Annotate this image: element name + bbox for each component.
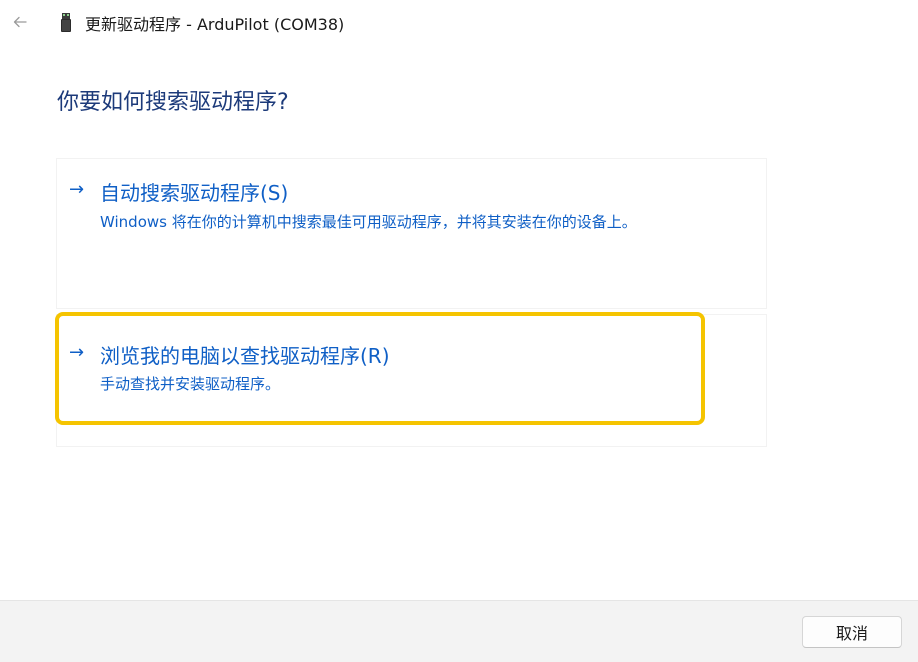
title-bar: 更新驱动程序 - ArduPilot (COM38) xyxy=(0,0,918,46)
update-driver-dialog: 更新驱动程序 - ArduPilot (COM38) 你要如何搜索驱动程序? →… xyxy=(0,0,918,662)
auto-search-title: 自动搜索驱动程序(S) xyxy=(100,181,289,205)
browse-computer-option[interactable]: → 浏览我的电脑以查找驱动程序(R) 手动查找并安装驱动程序。 xyxy=(57,315,766,446)
window-title: 更新驱动程序 - ArduPilot (COM38) xyxy=(85,15,345,34)
usb-device-icon xyxy=(61,13,71,32)
back-arrow-icon xyxy=(13,16,27,28)
arrow-right-icon: → xyxy=(69,179,85,200)
dialog-footer: 取消 xyxy=(0,600,918,662)
arrow-right-icon: → xyxy=(69,342,85,363)
page-heading: 你要如何搜索驱动程序? xyxy=(57,90,289,115)
back-button[interactable] xyxy=(8,10,32,34)
auto-search-option[interactable]: → 自动搜索驱动程序(S) Windows 将在你的计算机中搜索最佳可用驱动程序… xyxy=(57,159,766,308)
browse-computer-description: 手动查找并安装驱动程序。 xyxy=(100,375,281,393)
auto-search-description: Windows 将在你的计算机中搜索最佳可用驱动程序，并将其安装在你的设备上。 xyxy=(100,213,637,231)
cancel-button[interactable]: 取消 xyxy=(802,616,902,648)
browse-computer-title: 浏览我的电脑以查找驱动程序(R) xyxy=(100,344,390,368)
